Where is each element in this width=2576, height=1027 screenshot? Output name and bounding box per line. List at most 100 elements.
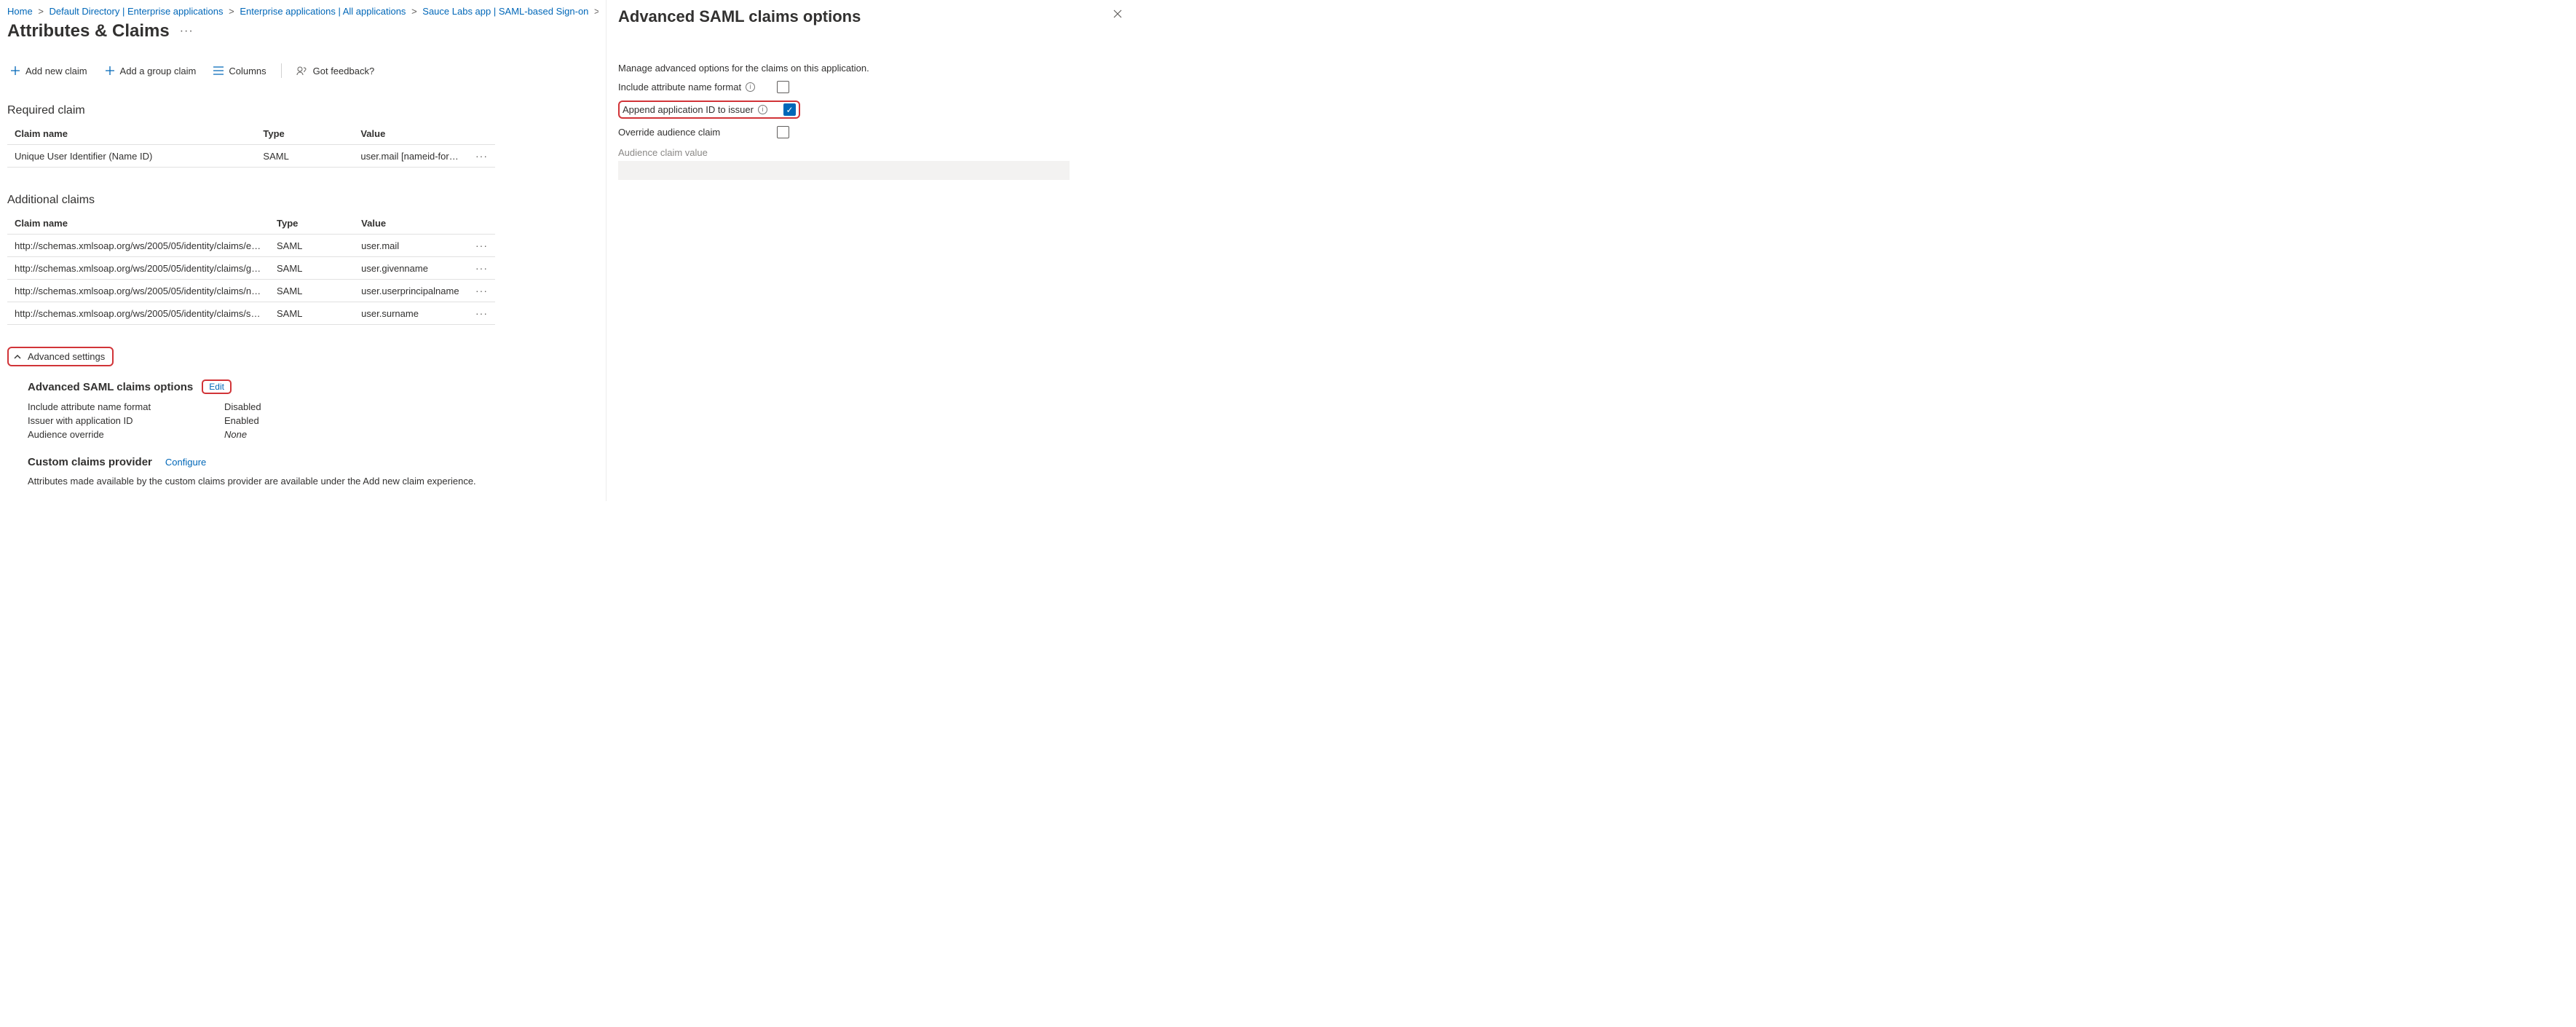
table-row[interactable]: http://schemas.xmlsoap.org/ws/2005/05/id… [7, 257, 495, 280]
info-icon[interactable]: i [758, 105, 767, 114]
feedback-label: Got feedback? [313, 66, 375, 76]
table-row[interactable]: http://schemas.xmlsoap.org/ws/2005/05/id… [7, 302, 495, 325]
close-icon [1113, 9, 1123, 19]
table-header-row: Claim name Type Value [7, 123, 495, 145]
kv-key: Audience override [28, 429, 210, 440]
page-title: Attributes & Claims [7, 21, 170, 42]
cell-claim-name: http://schemas.xmlsoap.org/ws/2005/05/id… [7, 235, 269, 257]
cell-type: SAML [269, 235, 354, 257]
table-row[interactable]: http://schemas.xmlsoap.org/ws/2005/05/id… [7, 280, 495, 302]
cell-claim-name: http://schemas.xmlsoap.org/ws/2005/05/id… [7, 302, 269, 325]
advanced-settings-toggle[interactable]: Advanced settings [7, 347, 114, 366]
advanced-settings-block: Advanced SAML claims options Edit Includ… [7, 379, 598, 487]
columns-button[interactable]: Columns [210, 64, 269, 78]
col-value[interactable]: Value [354, 213, 467, 235]
kv-key: Issuer with application ID [28, 415, 210, 426]
option-label: Append application ID to issuer [623, 104, 754, 115]
page-title-row: Attributes & Claims ··· [7, 21, 598, 42]
breadcrumb-item[interactable]: Enterprise applications | All applicatio… [240, 6, 406, 17]
add-group-claim-button[interactable]: Add a group claim [102, 64, 199, 78]
chevron-right-icon: > [229, 6, 234, 17]
option-row-highlighted: Append application ID to issuer i [618, 101, 800, 119]
more-menu-button[interactable]: ··· [177, 23, 197, 39]
custom-claims-title: Custom claims provider [28, 456, 152, 468]
side-panel: Advanced SAML claims options Manage adva… [606, 0, 1136, 501]
add-group-claim-label: Add a group claim [120, 66, 197, 76]
breadcrumb-item[interactable]: Sauce Labs app | SAML-based Sign-on [422, 6, 588, 17]
breadcrumb-item[interactable]: Default Directory | Enterprise applicati… [50, 6, 224, 17]
plus-icon [105, 66, 115, 76]
table-row[interactable]: Unique User Identifier (Name ID) SAML us… [7, 145, 495, 168]
plus-icon [10, 66, 20, 76]
cell-value: user.givenname [354, 257, 467, 280]
configure-link[interactable]: Configure [165, 457, 206, 468]
chevron-right-icon: > [38, 6, 44, 17]
feedback-button[interactable]: Got feedback? [293, 64, 378, 78]
main-pane: Home > Default Directory | Enterprise ap… [0, 0, 606, 501]
additional-claims-table: Claim name Type Value http://schemas.xml… [7, 213, 495, 325]
feedback-icon [296, 66, 308, 76]
col-value[interactable]: Value [353, 123, 466, 145]
panel-title: Advanced SAML claims options [618, 7, 1124, 26]
col-type[interactable]: Type [269, 213, 354, 235]
kv-value: None [224, 429, 247, 440]
breadcrumb-item[interactable]: Home [7, 6, 33, 17]
required-claims-table: Claim name Type Value Unique User Identi… [7, 123, 495, 168]
row-more-button[interactable]: ··· [475, 307, 488, 319]
additional-claims-heading: Additional claims [7, 194, 598, 207]
col-claim-name[interactable]: Claim name [7, 123, 256, 145]
option-label: Override audience claim [618, 127, 720, 138]
cell-claim-name: Unique User Identifier (Name ID) [7, 145, 256, 168]
chevron-up-icon [13, 353, 22, 361]
cell-type: SAML [269, 302, 354, 325]
required-claim-heading: Required claim [7, 104, 598, 117]
toolbar: Add new claim Add a group claim Columns … [7, 63, 598, 78]
checkbox[interactable] [777, 81, 789, 93]
panel-description: Manage advanced options for the claims o… [618, 63, 1124, 74]
checkbox[interactable] [783, 103, 796, 116]
row-more-button[interactable]: ··· [475, 262, 488, 274]
col-type[interactable]: Type [256, 123, 353, 145]
cell-value: user.mail [354, 235, 467, 257]
cell-type: SAML [256, 145, 353, 168]
info-icon[interactable]: i [746, 82, 755, 92]
cell-claim-name: http://schemas.xmlsoap.org/ws/2005/05/id… [7, 257, 269, 280]
cell-type: SAML [269, 280, 354, 302]
chevron-right-icon: > [594, 6, 598, 17]
columns-icon [213, 66, 224, 75]
kv-row: Include attribute name format Disabled [28, 401, 598, 412]
table-header-row: Claim name Type Value [7, 213, 495, 235]
row-more-button[interactable]: ··· [475, 240, 488, 251]
edit-button[interactable]: Edit [202, 379, 232, 394]
cell-value: user.surname [354, 302, 467, 325]
col-claim-name[interactable]: Claim name [7, 213, 269, 235]
option-label: Include attribute name format [618, 82, 741, 93]
cell-type: SAML [269, 257, 354, 280]
toolbar-separator [281, 63, 282, 78]
row-more-button[interactable]: ··· [475, 285, 488, 296]
custom-claims-helper: Attributes made available by the custom … [28, 476, 598, 487]
table-row[interactable]: http://schemas.xmlsoap.org/ws/2005/05/id… [7, 235, 495, 257]
advanced-settings-label: Advanced settings [28, 351, 105, 362]
kv-row: Issuer with application ID Enabled [28, 415, 598, 426]
close-button[interactable] [1113, 9, 1123, 19]
add-new-claim-label: Add new claim [25, 66, 87, 76]
row-more-button[interactable]: ··· [475, 150, 488, 162]
cell-value: user.userprincipalname [354, 280, 467, 302]
option-row: Override audience claim [618, 126, 789, 138]
kv-row: Audience override None [28, 429, 598, 440]
add-new-claim-button[interactable]: Add new claim [7, 64, 90, 78]
columns-label: Columns [229, 66, 266, 76]
cell-claim-name: http://schemas.xmlsoap.org/ws/2005/05/id… [7, 280, 269, 302]
audience-label: Audience claim value [618, 147, 1124, 158]
kv-key: Include attribute name format [28, 401, 210, 412]
kv-value: Enabled [224, 415, 259, 426]
cell-value: user.mail [nameid-forma… [353, 145, 466, 168]
checkbox[interactable] [777, 126, 789, 138]
audience-input [618, 161, 1070, 180]
advanced-saml-title: Advanced SAML claims options [28, 381, 193, 393]
option-row: Include attribute name format i [618, 81, 789, 93]
breadcrumb: Home > Default Directory | Enterprise ap… [7, 6, 598, 17]
chevron-right-icon: > [411, 6, 417, 17]
kv-value: Disabled [224, 401, 261, 412]
